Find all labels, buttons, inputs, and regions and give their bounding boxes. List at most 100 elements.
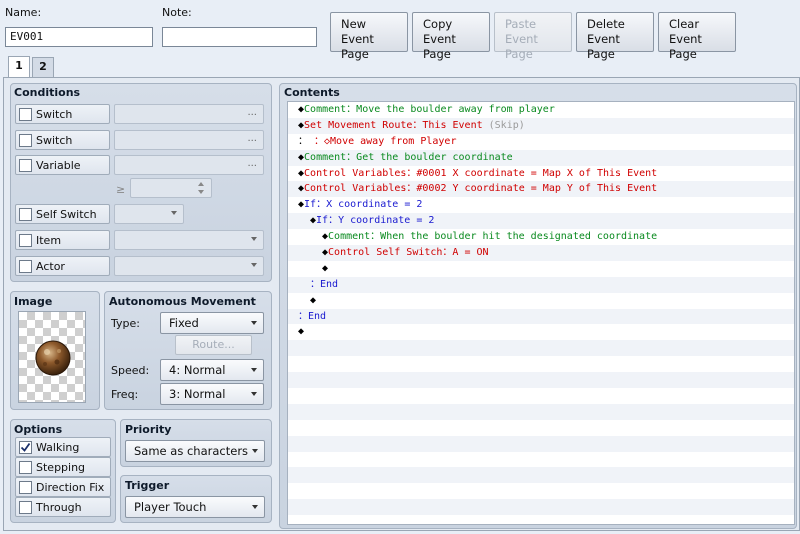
trigger-value: Player Touch — [134, 500, 207, 514]
checkbox-box[interactable] — [19, 159, 32, 172]
variable-checkbox[interactable]: Variable — [15, 155, 110, 175]
command-row[interactable]: ◆Control Self Switch：A = ON — [288, 245, 794, 261]
spin-down-icon[interactable] — [198, 190, 204, 194]
switch1-field[interactable]: ... — [114, 104, 264, 124]
tab-page-1[interactable]: 1 — [8, 56, 30, 78]
copy-event-page-button[interactable]: Copy Event Page — [412, 12, 490, 61]
checkbox-box[interactable] — [19, 461, 32, 474]
gte-symbol: ≥ — [116, 183, 126, 196]
command-row[interactable]: ◆ — [288, 261, 794, 277]
speed-value: 4: Normal — [169, 363, 226, 377]
command-text: Comment：Move the boulder away from playe… — [304, 104, 555, 115]
self-switch-select[interactable] — [114, 204, 184, 224]
checkbox-label: Stepping — [36, 461, 86, 474]
event-command-list[interactable]: ◆ Comment：Move the boulder away from play… — [287, 101, 795, 525]
trigger-select[interactable]: Player Touch — [125, 496, 265, 518]
command-row[interactable]: ◆Control Variables：#0001 X coordinate = … — [288, 166, 794, 182]
checkbox-label: Self Switch — [36, 208, 97, 221]
through-checkbox[interactable]: Through — [15, 497, 111, 517]
command-row[interactable]: ： ：◇Move away from Player — [288, 134, 794, 150]
command-row[interactable] — [288, 467, 794, 484]
checkbox-box[interactable] — [19, 481, 32, 494]
command-row[interactable] — [288, 420, 794, 436]
checkbox-box[interactable] — [19, 260, 32, 273]
name-label: Name: — [5, 6, 42, 19]
checkbox-box[interactable] — [19, 208, 32, 221]
command-text: If：X coordinate = 2 — [304, 199, 423, 211]
command-row[interactable] — [288, 340, 794, 357]
switch1-checkbox[interactable]: Switch — [15, 104, 110, 124]
command-row[interactable]: ◆If：X coordinate = 2 — [288, 197, 794, 213]
checkbox-box[interactable] — [19, 234, 32, 247]
priority-select[interactable]: Same as characters — [125, 440, 265, 462]
switch2-field[interactable]: ... — [114, 130, 264, 150]
item-select[interactable] — [114, 230, 264, 250]
stepping-checkbox[interactable]: Stepping — [15, 457, 111, 477]
command-row[interactable]: ◆ — [288, 293, 794, 309]
options-title: Options — [14, 423, 63, 436]
checkbox-label: Switch — [36, 134, 73, 147]
spin-up-icon[interactable] — [198, 182, 204, 186]
command-text: Comment：Get the boulder coordinate — [304, 151, 513, 163]
image-title: Image — [14, 295, 53, 308]
trigger-title: Trigger — [125, 479, 170, 492]
command-row[interactable]: ◆Set Movement Route：This Event (Skip) — [288, 117, 794, 134]
self-switch-checkbox[interactable]: Self Switch — [15, 204, 110, 224]
conditions-title: Conditions — [14, 86, 81, 99]
freq-label: Freq: — [111, 388, 139, 401]
command-row[interactable]: ◆Comment：Get the boulder coordinate — [288, 149, 794, 166]
speed-label: Speed: — [111, 364, 150, 377]
ellipsis-icon: ... — [247, 107, 257, 118]
checkbox-label: Walking — [36, 441, 80, 454]
actor-checkbox[interactable]: Actor — [15, 256, 110, 276]
command-row[interactable] — [288, 435, 794, 452]
item-checkbox[interactable]: Item — [15, 230, 110, 250]
speed-select[interactable]: 4: Normal — [160, 359, 264, 381]
command-row[interactable]: ：End — [288, 308, 794, 325]
walking-checkbox[interactable]: Walking — [15, 437, 111, 457]
clear-event-page-button[interactable]: Clear Event Page — [658, 12, 736, 61]
command-text: Comment：When the boulder hit the designa… — [328, 231, 658, 243]
chevron-down-icon — [251, 321, 257, 325]
checkbox-box[interactable] — [19, 134, 32, 147]
command-row[interactable]: ◆If：Y coordinate = 2 — [288, 213, 794, 230]
note-input[interactable] — [162, 27, 317, 47]
tab-page-2[interactable]: 2 — [32, 57, 54, 77]
command-row[interactable]: ◆Comment：When the boulder hit the design… — [288, 229, 794, 245]
checkbox-box[interactable] — [19, 108, 32, 121]
command-row[interactable]: ◆Comment：Move the boulder away from play… — [288, 102, 794, 118]
event-image-preview[interactable] — [18, 311, 86, 403]
route-button[interactable]: Route... — [175, 335, 252, 355]
checkbox-label: Variable — [36, 159, 81, 172]
new-event-page-button[interactable]: New Event Page — [330, 12, 408, 61]
command-row[interactable]: ：End — [288, 276, 794, 293]
contents-title: Contents — [284, 86, 340, 99]
checkbox-box[interactable] — [19, 501, 32, 514]
command-row[interactable] — [288, 356, 794, 372]
button-label: New — [341, 17, 367, 31]
command-row[interactable] — [288, 372, 794, 389]
delete-event-page-button[interactable]: Delete Event Page — [576, 12, 654, 61]
command-row[interactable]: ◆Control Variables：#0002 Y coordinate = … — [288, 181, 794, 198]
variable-value-spinner[interactable] — [130, 178, 212, 198]
actor-select[interactable] — [114, 256, 264, 276]
switch2-checkbox[interactable]: Switch — [15, 130, 110, 150]
checkbox-box[interactable] — [19, 441, 32, 454]
button-label: Event Page — [669, 32, 702, 61]
command-row[interactable]: ◆ — [288, 324, 794, 340]
command-row[interactable] — [288, 499, 794, 516]
freq-select[interactable]: 3: Normal — [160, 383, 264, 405]
command-row[interactable] — [288, 403, 794, 420]
name-input[interactable]: EV001 — [5, 27, 153, 47]
checkbox-label: Through — [36, 501, 82, 514]
paste-event-page-button[interactable]: Paste Event Page — [494, 12, 572, 61]
command-row[interactable] — [288, 452, 794, 468]
button-label: Copy — [423, 17, 453, 31]
checkbox-label: Actor — [36, 260, 65, 273]
variable-field[interactable]: ... — [114, 155, 264, 175]
command-row[interactable] — [288, 483, 794, 499]
type-select[interactable]: Fixed — [160, 312, 264, 334]
direction-fix-checkbox[interactable]: Direction Fix — [15, 477, 111, 497]
command-row[interactable] — [288, 388, 794, 404]
button-label: Event Page — [587, 32, 620, 61]
